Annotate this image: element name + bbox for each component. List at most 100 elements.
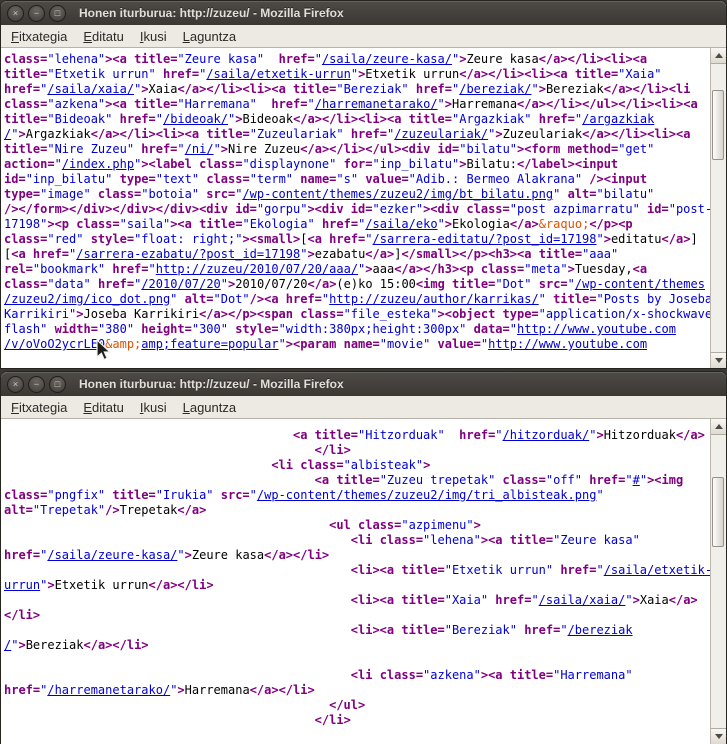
- source-token: "380": [98, 322, 134, 336]
- source-link[interactable]: http://zuzeu/2010/07/20/aaa/: [156, 262, 358, 276]
- source-token: alt=: [177, 292, 213, 306]
- source-token: title=: [4, 142, 47, 156]
- scrollbar-thumb[interactable]: [712, 90, 724, 160]
- source-token: href=: [105, 262, 148, 276]
- menu-item-fitxategia[interactable]: Fitxategia: [3, 398, 75, 417]
- source-link[interactable]: /harremanetarako/: [315, 97, 438, 111]
- source-link[interactable]: /zuzeulariak/: [394, 127, 488, 141]
- source-token: "Dot": [214, 292, 250, 306]
- source-token: </li>: [4, 608, 40, 622]
- source-token: title=: [105, 488, 156, 502]
- source-link[interactable]: amp;feature=popular: [141, 337, 278, 351]
- source-link[interactable]: /wp-content/themes: [575, 277, 705, 291]
- source-token: "gorpu": [257, 202, 308, 216]
- source-link[interactable]: http://zuzeu/author/karrikas/: [329, 292, 539, 306]
- source-link[interactable]: #: [633, 473, 640, 487]
- source-token: </a>: [669, 593, 698, 607]
- source-line: <ul class="azpimenu">: [4, 518, 710, 533]
- menu-item-laguntza[interactable]: Laguntza: [175, 27, 245, 46]
- source-link[interactable]: /saila/xaia/: [539, 593, 626, 607]
- source-link[interactable]: /saila/etxetik-urrun: [206, 67, 351, 81]
- menu-item-ikusi[interactable]: Ikusi: [132, 398, 175, 417]
- source-token: href=: [582, 473, 625, 487]
- source-link[interactable]: /wp-content/themes/zuzeu2/img/tri_albist…: [257, 488, 597, 502]
- maximize-button[interactable]: □: [49, 5, 66, 22]
- maximize-button[interactable]: □: [49, 376, 66, 393]
- source-token: ": [55, 157, 62, 171]
- menu-item-editatu[interactable]: Editatu: [75, 398, 131, 417]
- source-line: Karrikiri">Joseba Karrikiri</a></p><span…: [4, 307, 710, 322]
- source-token: ": [149, 262, 156, 276]
- close-button[interactable]: ×: [7, 5, 24, 22]
- source-token: "inp_bilatu": [26, 172, 113, 186]
- scrollbar[interactable]: [710, 48, 726, 368]
- source-line: class="lehena"><a title="Zeure kasa" hre…: [4, 52, 710, 67]
- source-token: href=: [91, 277, 134, 291]
- source-token: href=: [4, 82, 40, 96]
- source-link[interactable]: http://www.youtube.com: [488, 337, 647, 351]
- source-link[interactable]: /saila/zeure-kasa/: [47, 548, 177, 562]
- source-token: >: [307, 247, 314, 261]
- source-token: >: [47, 578, 54, 592]
- titlebar[interactable]: × − □ Honen iturburua: http://zuzeu/ - M…: [1, 372, 726, 396]
- source-link[interactable]: /harremanetarako/: [47, 683, 170, 697]
- scroll-up-button[interactable]: [711, 48, 726, 64]
- source-token: "s": [336, 172, 358, 186]
- source-link[interactable]: /bereziak: [568, 623, 633, 637]
- minimize-button[interactable]: −: [28, 376, 45, 393]
- source-token: class=: [495, 473, 546, 487]
- source-link[interactable]: /argazkiak: [582, 112, 654, 126]
- source-token: ": [596, 232, 603, 246]
- scroll-up-button[interactable]: [711, 419, 726, 435]
- menu-item-laguntza[interactable]: Laguntza: [175, 398, 245, 417]
- source-link[interactable]: /saila/eko: [365, 217, 437, 231]
- menu-item-fitxategia[interactable]: Fitxategia: [3, 27, 75, 46]
- source-token: </a></li>: [264, 548, 329, 562]
- close-button[interactable]: ×: [7, 376, 24, 393]
- source-link[interactable]: /zuzeu2/img/ico_dot.png: [4, 292, 170, 306]
- source-text[interactable]: class="lehena"><a title="Zeure kasa" hre…: [1, 48, 710, 368]
- scroll-down-button[interactable]: [711, 728, 726, 744]
- source-link[interactable]: /sarrera-ezabatu/?post_id=17198: [76, 247, 300, 261]
- minimize-button[interactable]: −: [28, 5, 45, 22]
- source-link[interactable]: /saila/zeure-kasa/: [322, 52, 452, 66]
- source-link[interactable]: http://www.youtube.com: [517, 322, 676, 336]
- source-token: "Zuzeulariak": [250, 127, 344, 141]
- titlebar[interactable]: × − □ Honen iturburua: http://zuzeu/ - M…: [1, 1, 726, 25]
- source-token: <li: [271, 458, 293, 472]
- source-link[interactable]: /ni/: [185, 142, 214, 156]
- source-text[interactable]: <a title="Hitzorduak" href="/hitzorduak/…: [1, 419, 710, 744]
- source-token: "Xaia": [618, 67, 661, 81]
- source-token: "Argazkiak": [452, 112, 531, 126]
- scrollbar[interactable]: [710, 419, 726, 744]
- source-link[interactable]: /index.php: [62, 157, 134, 171]
- source-link[interactable]: /2010/07/20: [141, 277, 220, 291]
- source-token: /></form></div></div></div><div: [4, 202, 228, 216]
- source-token: href=: [26, 247, 69, 261]
- source-link[interactable]: /wp-content/themes/zuzeu2/img/bt_bilatu.…: [242, 187, 553, 201]
- scrollbar-thumb[interactable]: [712, 477, 724, 547]
- source-link[interactable]: /v/oVoO2ycrLE0: [4, 337, 105, 351]
- source-token: title=: [401, 112, 452, 126]
- menu-item-editatu[interactable]: Editatu: [75, 27, 131, 46]
- source-link[interactable]: /bereziak/: [459, 82, 531, 96]
- source-link[interactable]: /bideoak/: [163, 112, 228, 126]
- source-token: "Harremana": [553, 668, 632, 682]
- source-token: value=: [430, 337, 481, 351]
- source-line: [<a href="/sarrera-ezabatu/?post_id=1719…: [4, 247, 710, 262]
- source-link[interactable]: /hitzorduak/: [503, 428, 590, 442]
- source-link[interactable]: /sarrera-editatu/?post_id=17198: [373, 232, 597, 246]
- source-token: "lehena": [423, 533, 481, 547]
- source-token: "Dot": [495, 277, 531, 291]
- source-line: type="image" class="botoia" src="/wp-con…: [4, 187, 710, 202]
- menu-item-ikusi[interactable]: Ikusi: [132, 27, 175, 46]
- source-link[interactable]: /saila/etxetik-: [604, 563, 710, 577]
- source-link[interactable]: urrun: [4, 578, 40, 592]
- source-line: [4, 653, 710, 668]
- source-token: Harremana: [185, 683, 250, 697]
- source-link[interactable]: /saila/xaia/: [47, 82, 134, 96]
- scroll-down-button[interactable]: [711, 352, 726, 368]
- source-token: ": [351, 67, 358, 81]
- source-token: id=: [344, 202, 373, 216]
- source-token: Argazkiak: [26, 127, 91, 141]
